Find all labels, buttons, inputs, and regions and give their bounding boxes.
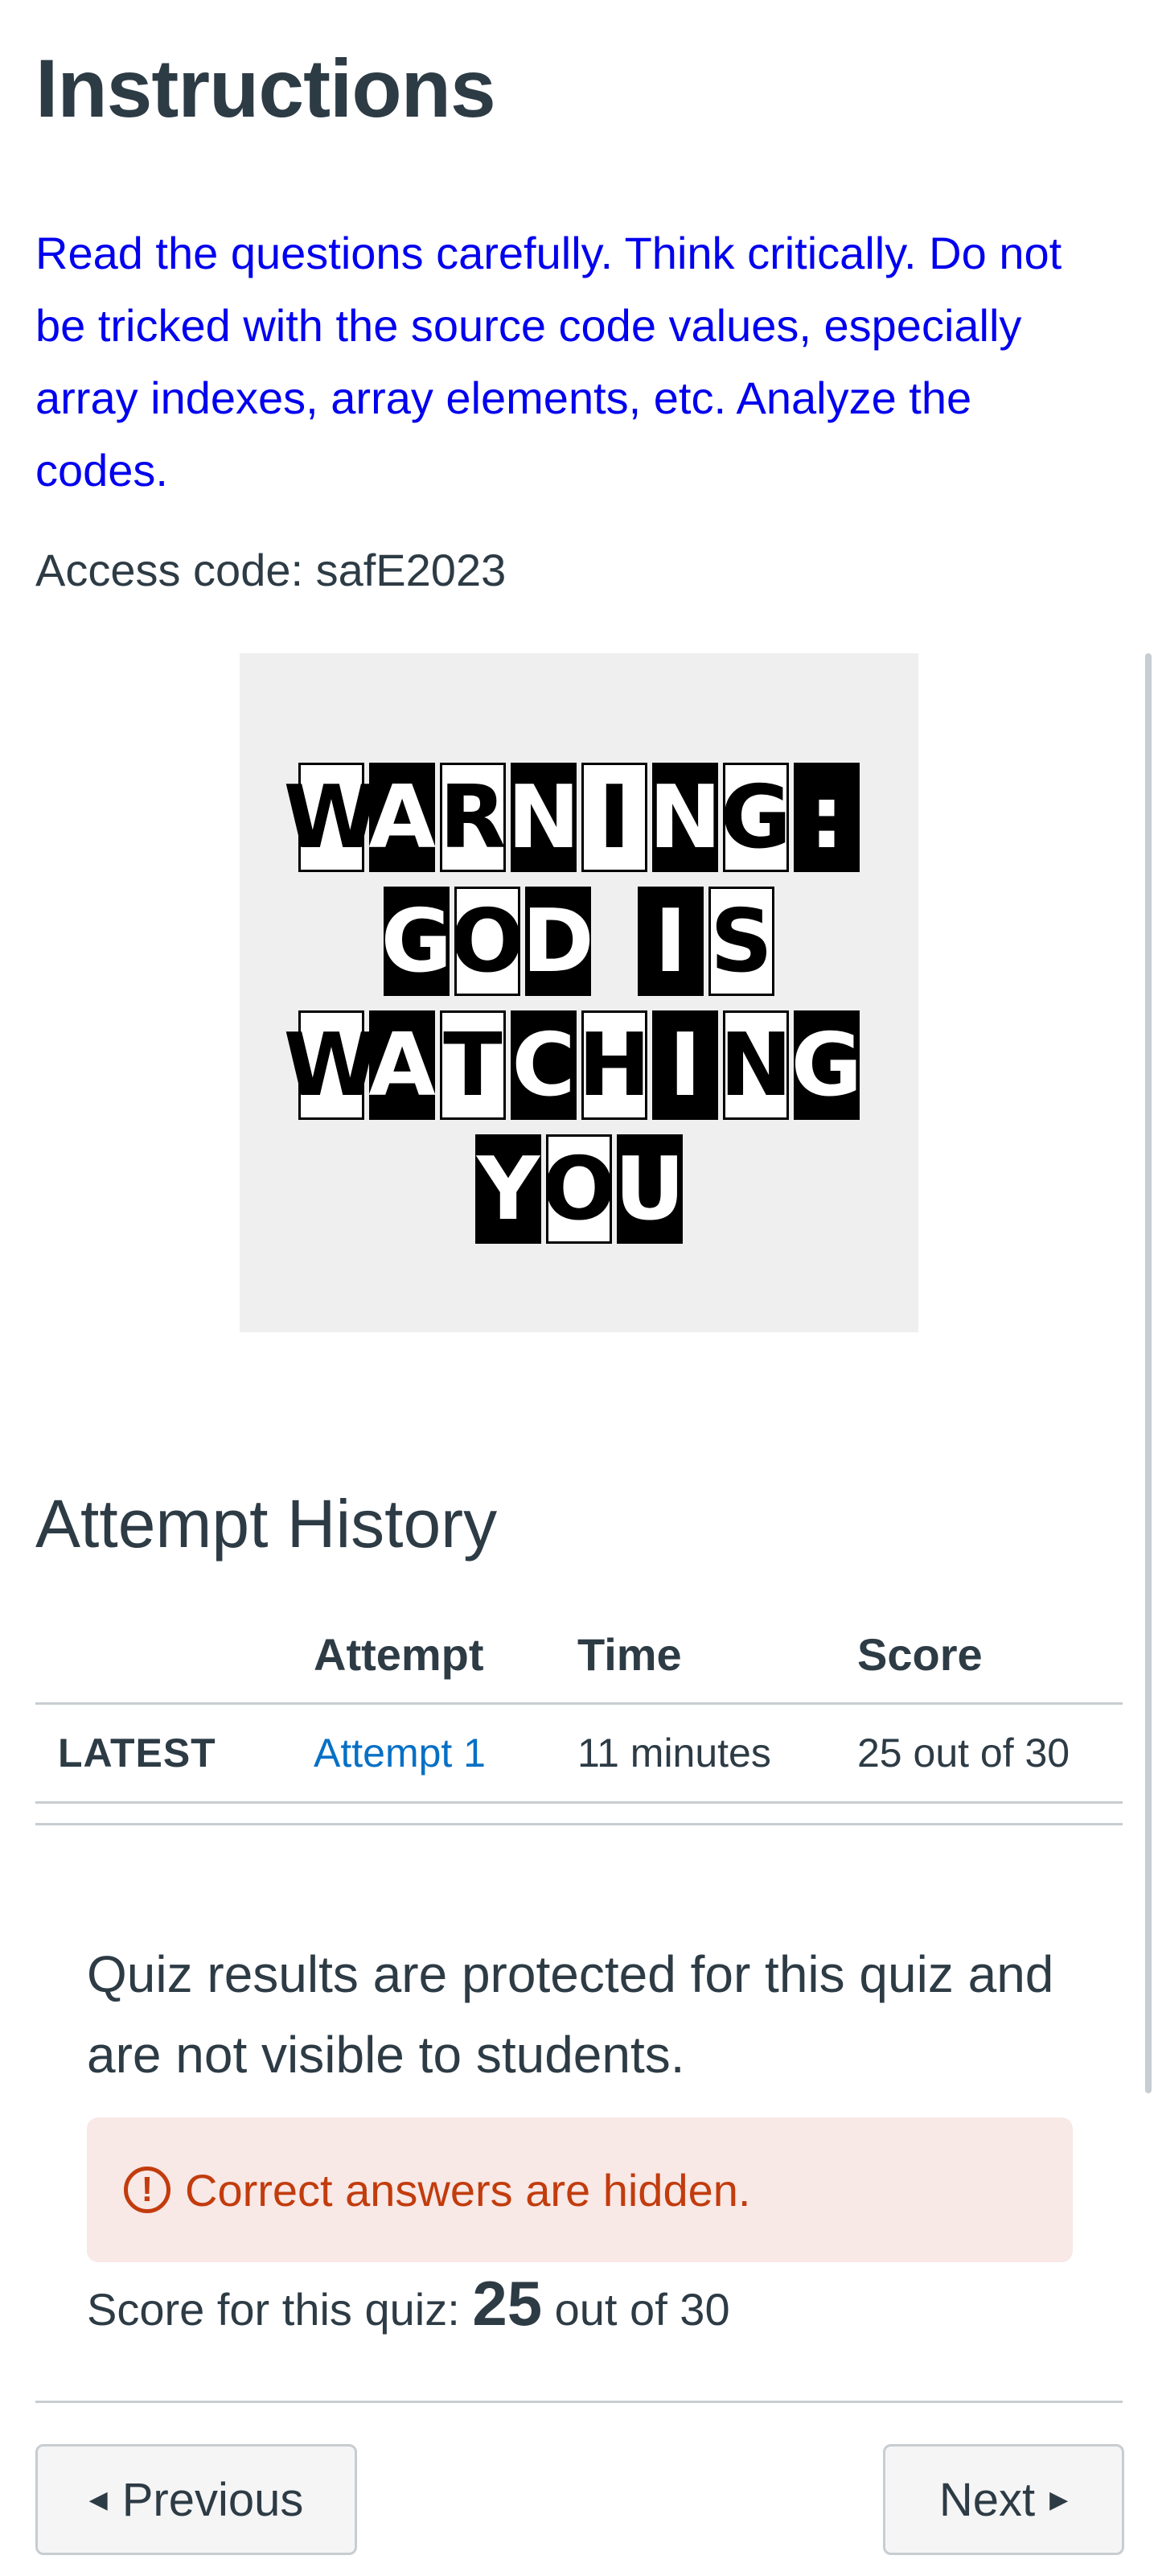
warning-line-3: W A T C H I N G <box>240 1010 918 1120</box>
letter-tile: U <box>614 1134 685 1244</box>
divider <box>35 2401 1123 2403</box>
score-value: 25 <box>472 2268 543 2339</box>
letter-tile: C <box>511 1010 577 1120</box>
letter-tile: O <box>542 1134 616 1244</box>
attempt-history-title: Attempt History <box>35 1486 498 1562</box>
previous-label: Previous <box>121 2473 304 2526</box>
letter-tile: Y <box>475 1134 541 1244</box>
letter-space <box>596 887 633 996</box>
next-button[interactable]: Next ▶ <box>883 2444 1124 2555</box>
quiz-results-page: Instructions Read the questions carefull… <box>0 0 1158 2576</box>
header-time: Time <box>555 1606 835 1705</box>
access-code: Access code: safE2023 <box>35 545 507 595</box>
letter-tile: I <box>581 763 647 872</box>
previous-button[interactable]: ◀ Previous <box>35 2444 357 2555</box>
letter-tile: O <box>450 887 524 996</box>
warning-image: W A R N I N G : G O D I S W A T C H I N … <box>240 653 918 1332</box>
page-title: Instructions <box>35 43 496 134</box>
instructions-text: Read the questions carefully. Think crit… <box>35 228 1062 496</box>
letter-tile: I <box>652 1010 718 1120</box>
letter-tile: T <box>440 1010 506 1120</box>
letter-tile: N <box>720 1010 792 1120</box>
letter-tile: W <box>283 763 380 872</box>
protected-results-text: Quiz results are protected for this quiz… <box>87 1945 1054 2084</box>
scrollbar[interactable] <box>1145 653 1152 2093</box>
letter-tile: H <box>578 1010 651 1120</box>
score-prefix: Score for this quiz: <box>87 2284 460 2335</box>
warning-line-4: Y O U <box>240 1134 918 1244</box>
quiz-score: Score for this quiz: 25 out of 30 <box>87 2267 730 2340</box>
table-header-row: Attempt Time Score <box>35 1606 1123 1705</box>
next-label: Next <box>938 2473 1036 2526</box>
letter-tile: I <box>638 887 704 996</box>
letter-tile: R <box>439 763 507 872</box>
letter-tile: G <box>791 1010 862 1120</box>
table-row: LATEST Attempt 1 11 minutes 25 out of 30 <box>35 1702 1123 1804</box>
caret-left-icon: ◀ <box>88 2486 108 2513</box>
letter-tile: : <box>794 763 860 872</box>
letter-tile: A <box>368 763 436 872</box>
attempt-time: 11 minutes <box>555 1702 835 1804</box>
letter-tile: N <box>649 763 721 872</box>
letter-tile: D <box>522 887 594 996</box>
attempt-link[interactable]: Attempt 1 <box>291 1702 555 1804</box>
row-label: LATEST <box>35 1702 291 1804</box>
letter-tile: W <box>283 1010 380 1120</box>
header-attempt: Attempt <box>291 1606 555 1705</box>
letter-tile: G <box>381 887 452 996</box>
alert-text: Correct answers are hidden. <box>185 2164 751 2216</box>
attempt-history-table: Attempt Time Score LATEST Attempt 1 11 m… <box>35 1606 1123 1804</box>
letter-tile: G <box>721 763 791 872</box>
warning-line-1: W A R N I N G : <box>240 763 918 872</box>
hidden-answers-alert: ! Correct answers are hidden. <box>87 2117 1073 2262</box>
header-score: Score <box>835 1606 1123 1705</box>
score-suffix: out of 30 <box>554 2284 730 2335</box>
letter-tile: S <box>708 887 774 996</box>
caret-right-icon: ▶ <box>1049 2486 1069 2513</box>
letter-tile: N <box>507 763 580 872</box>
letter-tile: A <box>368 1010 436 1120</box>
divider <box>35 1823 1123 1825</box>
header-blank <box>35 1606 291 1704</box>
warning-icon: ! <box>124 2167 170 2213</box>
attempt-score: 25 out of 30 <box>835 1702 1123 1804</box>
warning-line-2: G O D I S <box>240 887 918 996</box>
